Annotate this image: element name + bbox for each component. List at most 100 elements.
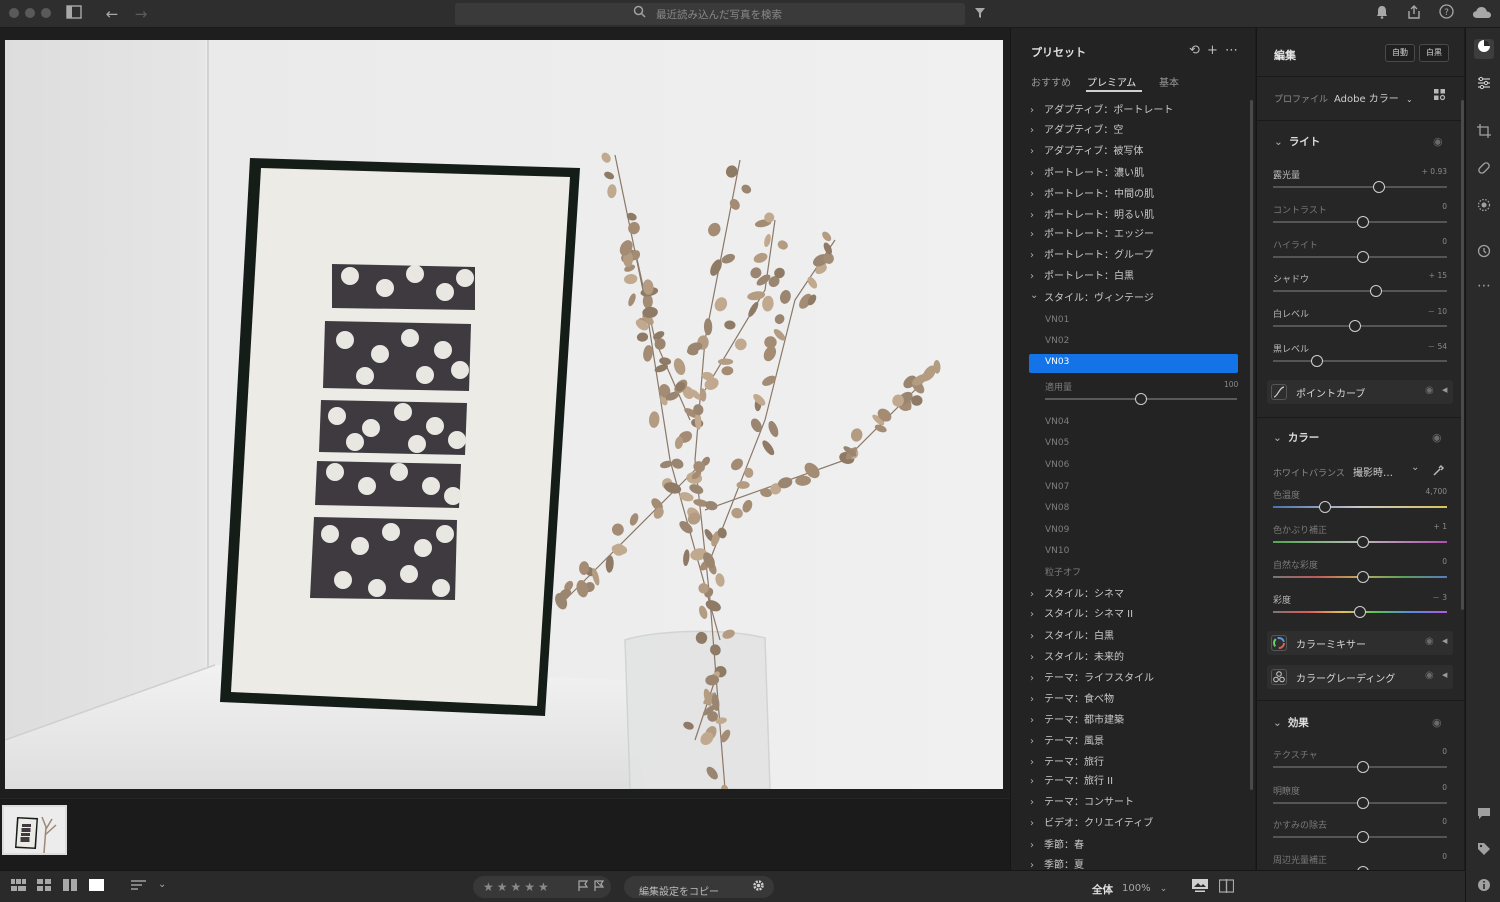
preset-item[interactable]: VN05 [1045, 433, 1069, 453]
gear-icon[interactable] [752, 879, 765, 896]
preset-item[interactable]: VN10 [1045, 541, 1069, 561]
sort-icon[interactable] [131, 879, 146, 895]
history-icon[interactable] [1474, 244, 1494, 264]
before-after-icon[interactable] [1192, 879, 1208, 896]
color-mixer-panel[interactable]: カラーミキサー ◉ ◀ [1267, 631, 1453, 655]
white-balance-dropdown[interactable]: 撮影時… [1353, 464, 1393, 479]
preset-group[interactable]: › スタイル：白黒 [1028, 627, 1243, 647]
zoom-fit-label[interactable]: 全体 [1092, 882, 1113, 897]
preset-group[interactable]: › ポートレート：グループ [1028, 246, 1243, 266]
slider-value[interactable]: 0 [1407, 557, 1447, 566]
preset-group[interactable]: › ポートレート：濃い肌 [1028, 164, 1243, 184]
edit-presets-icon[interactable] [1474, 39, 1494, 59]
slider-knob[interactable] [1310, 355, 1323, 367]
preset-item-selected[interactable]: VN03 [1029, 354, 1238, 373]
window-minimize-button[interactable] [25, 8, 35, 18]
light-section-header[interactable]: ⌄ ライト [1274, 134, 1320, 149]
slider-value[interactable]: 4,700 [1407, 487, 1447, 496]
preset-group[interactable]: › アダプティブ：ポートレート [1028, 101, 1243, 121]
preset-item[interactable]: VN08 [1045, 498, 1069, 518]
preset-item[interactable]: VN02 [1045, 331, 1069, 351]
presets-scrollbar[interactable] [1250, 100, 1253, 790]
tab-recommended[interactable]: おすすめ [1031, 74, 1071, 89]
preset-group[interactable]: › ポートレート：エッジー [1028, 225, 1243, 245]
more-icon[interactable]: ⋯ [1225, 43, 1238, 58]
preset-group[interactable]: › テーマ：ライフスタイル [1028, 669, 1243, 689]
slider-value[interactable]: + 0.93 [1407, 167, 1447, 176]
slider-track[interactable] [1273, 360, 1447, 362]
chevron-left-icon[interactable]: ◀ [1442, 671, 1447, 679]
preset-group[interactable]: › ポートレート：中間の肌 [1028, 185, 1243, 205]
preset-group[interactable]: › アダプティブ：空 [1028, 121, 1243, 141]
slider-track[interactable] [1273, 290, 1447, 292]
slider-value[interactable]: + 1 [1407, 522, 1447, 531]
slider-knob[interactable] [1348, 320, 1361, 332]
bell-icon[interactable] [1372, 4, 1392, 24]
profile-dropdown[interactable]: Adobe カラー ⌄ [1334, 90, 1413, 105]
reject-flag-icon[interactable] [593, 880, 605, 896]
preset-group[interactable]: › テーマ：旅行 II [1028, 772, 1243, 792]
back-arrow-icon[interactable]: ← [102, 4, 122, 24]
star-rating[interactable]: ★★★★★ [483, 880, 552, 894]
profile-browser-icon[interactable] [1433, 88, 1446, 104]
effects-section-header[interactable]: ⌄ 効果 [1273, 715, 1309, 730]
slider-value[interactable]: 0 [1407, 852, 1447, 861]
healing-icon[interactable] [1474, 161, 1494, 181]
eye-icon[interactable]: ◉ [1425, 670, 1434, 681]
color-section-header[interactable]: ⌄ カラー [1273, 430, 1319, 445]
slider-track[interactable] [1273, 506, 1447, 508]
preset-group[interactable]: › ビデオ：クリエイティブ [1028, 814, 1243, 834]
preset-group[interactable]: › テーマ：風景 [1028, 732, 1243, 752]
chevron-down-icon[interactable]: ⌄ [158, 879, 166, 890]
more-icon[interactable]: ⋯ [1474, 276, 1494, 296]
window-zoom-button[interactable] [41, 8, 51, 18]
slider-value[interactable]: － 10 [1407, 306, 1447, 317]
tab-basic[interactable]: 基本 [1159, 74, 1179, 89]
share-icon[interactable] [1404, 4, 1424, 24]
eye-icon[interactable]: ◉ [1425, 385, 1434, 396]
preset-item[interactable]: VN07 [1045, 477, 1069, 497]
eyedropper-icon[interactable] [1432, 462, 1445, 481]
info-icon[interactable] [1474, 878, 1494, 898]
slider-value[interactable]: + 15 [1407, 271, 1447, 280]
filter-icon[interactable] [970, 4, 990, 24]
amount-slider-knob[interactable] [1135, 393, 1147, 405]
slider-value[interactable]: 0 [1407, 747, 1447, 756]
slider-value[interactable]: － 3 [1407, 592, 1447, 603]
color-grading-panel[interactable]: カラーグレーディング ◉ ◀ [1267, 665, 1453, 689]
sidebar-toggle-icon[interactable] [64, 4, 84, 24]
grid-square-icon[interactable] [37, 879, 51, 895]
help-icon[interactable]: ? [1436, 4, 1456, 24]
search-input[interactable]: 最近読み込んだ写真を検索 [455, 3, 965, 25]
preset-group[interactable]: › ポートレート：明るい肌 [1028, 206, 1243, 226]
slider-value[interactable]: 0 [1407, 783, 1447, 792]
slider-value[interactable]: 0 [1407, 817, 1447, 826]
preset-item[interactable]: VN01 [1045, 310, 1069, 330]
slider-value[interactable]: 0 [1407, 202, 1447, 211]
preset-group[interactable]: › アダプティブ：被写体 [1028, 142, 1243, 162]
cloud-icon[interactable] [1470, 4, 1494, 24]
photo-thumbnail[interactable] [2, 805, 67, 855]
eye-icon[interactable]: ◉ [1425, 636, 1434, 647]
slider-knob[interactable] [1354, 606, 1366, 618]
crop-icon[interactable] [1474, 124, 1494, 144]
comment-icon[interactable] [1474, 806, 1494, 826]
preset-group[interactable]: › スタイル：シネマ II [1028, 605, 1243, 625]
preset-item[interactable]: VN06 [1045, 455, 1069, 475]
flag-icon[interactable] [577, 880, 589, 896]
preset-group[interactable]: › 季節：春 [1028, 836, 1243, 856]
eye-icon[interactable]: ◉ [1433, 135, 1443, 148]
preset-item[interactable]: VN04 [1045, 412, 1069, 432]
split-view-icon[interactable] [1218, 879, 1235, 897]
slider-value[interactable]: － 54 [1407, 341, 1447, 352]
preset-group[interactable]: › テーマ：旅行 [1028, 753, 1243, 773]
eye-icon[interactable]: ◉ [1432, 431, 1442, 444]
masking-icon[interactable] [1474, 198, 1494, 218]
preset-group[interactable]: › テーマ：食べ物 [1028, 690, 1243, 710]
tab-premium[interactable]: プレミアム [1087, 74, 1136, 89]
window-close-button[interactable] [9, 8, 19, 18]
slider-value[interactable]: 0 [1407, 237, 1447, 246]
slider-track[interactable] [1273, 186, 1447, 188]
zoom-value[interactable]: 100% ⌄ [1122, 883, 1167, 894]
preset-group[interactable]: › スタイル：シネマ [1028, 585, 1243, 605]
